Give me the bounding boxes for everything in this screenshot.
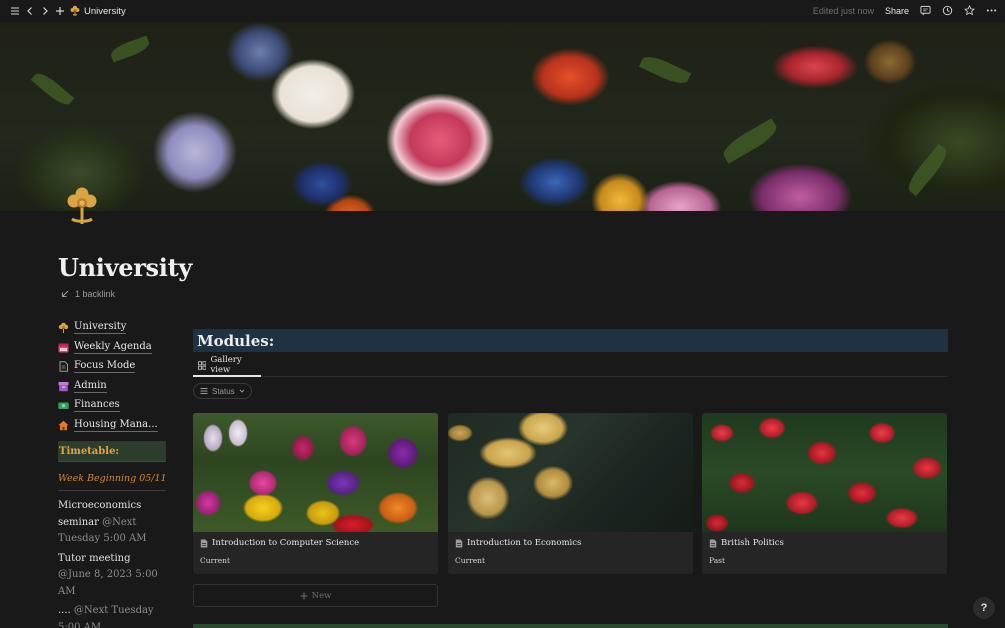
cover-leaf (719, 118, 781, 164)
nav-item-label: Finances (74, 399, 120, 413)
help-button[interactable]: ? (973, 597, 995, 619)
gallery-card[interactable]: Introduction to Computer Science Current (193, 413, 438, 574)
comment-icon[interactable] (920, 5, 931, 18)
forward-icon[interactable] (38, 4, 52, 18)
flower-icon[interactable] (64, 186, 100, 228)
more-icon[interactable] (986, 5, 997, 18)
backlink[interactable]: 1 backlink (61, 289, 115, 299)
nav-item-housing[interactable]: Housing Mana... (58, 416, 168, 436)
filter-label: Status (212, 386, 235, 396)
nav-item-finances[interactable]: Finances (58, 396, 168, 416)
page-icon (455, 539, 463, 547)
top-bar-left: University (0, 4, 126, 18)
gallery-card[interactable]: British Politics Past (702, 413, 947, 574)
card-cover-image (448, 413, 693, 532)
card-status: Past (709, 556, 726, 565)
cover-leaf (903, 143, 952, 197)
tab-label: Gallery view (210, 355, 242, 375)
week-label[interactable]: Week Beginning 05/11 (58, 473, 168, 484)
card-title-text: Introduction to Economics (467, 538, 582, 548)
timetable-event[interactable]: Microeconomics seminar @Next Tuesday 5:0… (58, 498, 166, 548)
cover-leaf (638, 52, 692, 88)
page-title[interactable]: University (58, 253, 192, 282)
new-card-button[interactable]: New (193, 584, 438, 607)
tab-gallery-view[interactable]: Gallery view (193, 355, 261, 377)
gallery-card[interactable]: Introduction to Economics Current (448, 413, 693, 574)
timetable-event[interactable]: Tutor meeting @June 8, 2023 5:00 AM (58, 551, 166, 601)
chevron-down-icon (239, 389, 245, 393)
back-icon[interactable] (23, 4, 37, 18)
nav-item-admin[interactable]: Admin (58, 377, 168, 397)
cover-leaf (30, 69, 75, 109)
backlink-label: 1 backlink (75, 289, 116, 299)
flower-icon (70, 5, 80, 16)
divider (58, 490, 166, 491)
top-bar-right: Edited just now Share (813, 0, 997, 22)
arrow-down-left-icon (62, 290, 69, 297)
add-icon (300, 592, 308, 599)
cover-image[interactable] (0, 22, 1005, 211)
card-title: British Politics (709, 538, 784, 548)
page-icon (709, 539, 717, 547)
status-filter[interactable]: Status (193, 383, 252, 399)
cover-leaf (108, 35, 152, 63)
history-icon[interactable] (942, 5, 953, 18)
calendar-icon (58, 343, 69, 353)
timetable-heading[interactable]: Timetable: (58, 441, 166, 462)
timetable-event[interactable]: .... @Next Tuesday 5:00 AM (58, 603, 166, 628)
next-block[interactable] (193, 624, 948, 628)
card-status: Current (200, 556, 231, 565)
event-text: Tutor meeting (58, 552, 131, 564)
nav-item-weekly-agenda[interactable]: Weekly Agenda (58, 338, 168, 358)
flower-icon (58, 322, 69, 334)
card-title-text: Introduction to Computer Science (212, 538, 360, 548)
date-mention[interactable]: @June 8, 2023 5:00 AM (58, 569, 158, 597)
view-tab-bar: Gallery view (193, 355, 948, 377)
money-icon (58, 402, 69, 410)
star-icon[interactable] (964, 4, 975, 18)
breadcrumb-label: University (84, 5, 126, 17)
nav-item-label: Housing Mana... (74, 418, 158, 432)
card-title: Introduction to Computer Science (200, 538, 359, 548)
new-label: New (311, 590, 332, 601)
gallery-icon (198, 360, 207, 370)
menu-icon[interactable] (8, 4, 22, 18)
card-status: Current (455, 556, 486, 565)
list-icon (200, 388, 208, 394)
nav-item-label: Admin (74, 379, 107, 393)
nav-item-label: University (74, 321, 127, 335)
nav-item-label: Focus Mode (74, 360, 136, 374)
nav-item-university[interactable]: University (58, 318, 168, 338)
card-cover-image (193, 413, 438, 532)
breadcrumb[interactable]: University (70, 5, 126, 17)
modules-heading[interactable]: Modules: (193, 329, 948, 352)
card-title: Introduction to Economics (455, 538, 581, 548)
card-title-text: British Politics (721, 538, 784, 548)
share-button[interactable]: Share (885, 6, 909, 16)
page-icon (59, 361, 68, 373)
event-text: .... (58, 605, 74, 616)
archive-icon (58, 381, 69, 391)
card-cover-image (702, 413, 947, 532)
add-icon[interactable] (53, 4, 67, 18)
nav-item-label: Weekly Agenda (74, 340, 152, 354)
page-icon (200, 539, 208, 547)
nav-item-focus-mode[interactable]: Focus Mode (58, 357, 168, 377)
house-icon (58, 420, 69, 431)
left-column: University Weekly Agenda Focus Mode Admi… (58, 318, 168, 628)
top-bar: University Edited just now Share (0, 0, 1005, 22)
edited-status: Edited just now (812, 6, 874, 16)
